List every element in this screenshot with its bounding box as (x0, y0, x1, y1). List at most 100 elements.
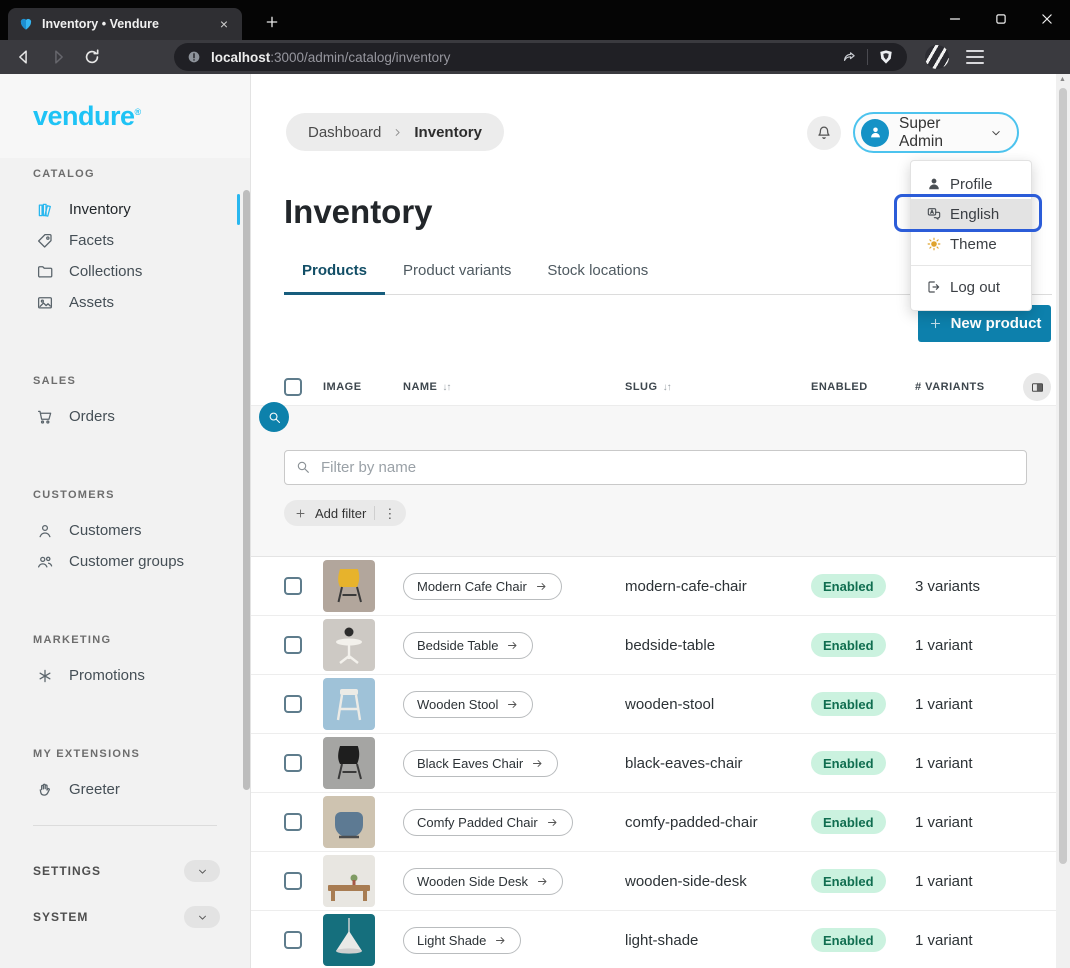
product-thumbnail (323, 855, 375, 907)
menu-item-label: Log out (950, 279, 1000, 296)
filter-panel: Add filter ⋮ (251, 405, 1056, 557)
menu-item-profile[interactable]: Profile (911, 169, 1031, 199)
table-row: Bedside Tablebedside-tableEnabled1 varia… (251, 616, 1056, 675)
tab-close-icon[interactable]: × (216, 16, 232, 32)
status-cell: Enabled (811, 810, 915, 834)
bell-icon (815, 124, 833, 142)
expand-settings-button[interactable] (184, 860, 220, 882)
menu-item-label: Theme (950, 236, 997, 253)
arrow-right-icon (531, 757, 544, 770)
status-badge: Enabled (811, 692, 886, 716)
sidebar-item-promotions[interactable]: Promotions (0, 660, 250, 691)
sidebar-item-inventory[interactable]: Inventory (0, 194, 250, 225)
arrow-right-icon (536, 875, 549, 888)
tab-products[interactable]: Products (284, 256, 385, 295)
chevron-right-icon (391, 126, 404, 139)
sidebar-item-facets[interactable]: Facets (0, 225, 250, 256)
column-picker-button[interactable] (1023, 373, 1051, 401)
arrow-right-icon (506, 698, 519, 711)
sort-icon[interactable]: ↓↑ (442, 382, 450, 393)
sidebar-item-orders[interactable]: Orders (0, 401, 250, 432)
product-slug: black-eaves-chair (625, 755, 811, 772)
nav-section-header: CUSTOMERS (33, 489, 250, 501)
browser-tab[interactable]: Inventory • Vendure × (8, 8, 242, 40)
minimize-icon[interactable] (946, 10, 964, 28)
close-icon[interactable] (1038, 10, 1056, 28)
product-name-chip[interactable]: Light Shade (403, 927, 521, 954)
row-checkbox[interactable] (284, 813, 302, 831)
sidebar-scrollbar[interactable] (243, 190, 250, 790)
address-bar[interactable]: localhost:3000/admin/catalog/inventory (174, 43, 907, 71)
browser-menu-icon[interactable] (966, 50, 984, 64)
status-badge: Enabled (811, 633, 886, 657)
sidebar-item-greeter[interactable]: Greeter (0, 774, 250, 805)
thumbnail-cell (323, 678, 403, 730)
search-icon (267, 410, 282, 425)
status-badge: Enabled (811, 869, 886, 893)
breadcrumb-dashboard[interactable]: Dashboard (308, 124, 381, 141)
sidebar-item-label: Customers (69, 522, 142, 539)
row-checkbox[interactable] (284, 754, 302, 772)
nav-section-customers: CUSTOMERS Customers Customer groups (0, 489, 250, 577)
status-badge: Enabled (811, 751, 886, 775)
new-tab-icon[interactable] (264, 14, 280, 30)
sidebar-item-collections[interactable]: Collections (0, 256, 250, 287)
sidebar-item-label: Greeter (69, 781, 120, 798)
sidebar-item-assets[interactable]: Assets (0, 287, 250, 318)
user-icon (868, 125, 883, 140)
main-scrollbar[interactable]: ▲ (1056, 74, 1070, 968)
nav-section-header: CATALOG (33, 168, 250, 180)
table-row: Light Shadelight-shadeEnabled1 variant (251, 911, 1056, 968)
row-checkbox[interactable] (284, 636, 302, 654)
scroll-up-icon[interactable]: ▲ (1059, 76, 1066, 83)
product-name-chip[interactable]: Wooden Stool (403, 691, 533, 718)
product-name-chip[interactable]: Bedside Table (403, 632, 533, 659)
logout-icon (926, 279, 942, 295)
site-info-icon[interactable] (186, 49, 202, 65)
menu-item-theme[interactable]: Theme (911, 229, 1031, 259)
brave-shield-icon[interactable] (877, 48, 895, 66)
product-name-chip[interactable]: Modern Cafe Chair (403, 573, 562, 600)
column-header-image: IMAGE (323, 381, 403, 393)
forward-icon[interactable] (48, 47, 68, 67)
maximize-icon[interactable] (992, 10, 1010, 28)
user-dropdown-menu: ProfileEnglish Theme Log out (910, 160, 1032, 311)
notifications-button[interactable] (807, 116, 841, 150)
sidebar-item-customer-groups[interactable]: Customer groups (0, 546, 250, 577)
sort-icon[interactable]: ↓↑ (663, 382, 671, 393)
reload-icon[interactable] (82, 47, 102, 67)
back-icon[interactable] (14, 47, 34, 67)
product-name-chip[interactable]: Comfy Padded Chair (403, 809, 573, 836)
tab-stock-locations[interactable]: Stock locations (529, 256, 666, 294)
page-title: Inventory (284, 192, 433, 232)
user-menu-button[interactable]: Super Admin (853, 112, 1019, 153)
browser-profile-avatar[interactable] (925, 45, 949, 69)
row-checkbox[interactable] (284, 931, 302, 949)
product-name-chip[interactable]: Black Eaves Chair (403, 750, 558, 777)
product-thumbnail (323, 796, 375, 848)
menu-item-log-out[interactable]: Log out (911, 272, 1031, 302)
share-icon[interactable] (841, 49, 858, 66)
sidebar-item-customers[interactable]: Customers (0, 515, 250, 546)
kebab-menu-icon[interactable]: ⋮ (383, 507, 396, 520)
row-checkbox[interactable] (284, 577, 302, 595)
status-badge: Enabled (811, 928, 886, 952)
breadcrumb-inventory[interactable]: Inventory (414, 124, 482, 141)
scrollbar-thumb[interactable] (1059, 88, 1067, 864)
language-icon (926, 206, 942, 222)
product-slug: modern-cafe-chair (625, 578, 811, 595)
filter-by-name-input[interactable] (284, 450, 1027, 485)
thumbnail-cell (323, 560, 403, 612)
row-checkbox[interactable] (284, 872, 302, 890)
product-name-chip[interactable]: Wooden Side Desk (403, 868, 563, 895)
menu-item-english[interactable]: English (911, 199, 1031, 229)
status-cell: Enabled (811, 869, 915, 893)
vendure-favicon-icon (18, 16, 34, 32)
add-filter-button[interactable]: Add filter ⋮ (284, 500, 406, 526)
select-all-checkbox[interactable] (284, 378, 302, 396)
row-checkbox[interactable] (284, 695, 302, 713)
search-toggle-button[interactable] (259, 402, 289, 432)
expand-system-button[interactable] (184, 906, 220, 928)
tab-product-variants[interactable]: Product variants (385, 256, 529, 294)
nav-section-sales: SALESOrders (0, 375, 250, 432)
